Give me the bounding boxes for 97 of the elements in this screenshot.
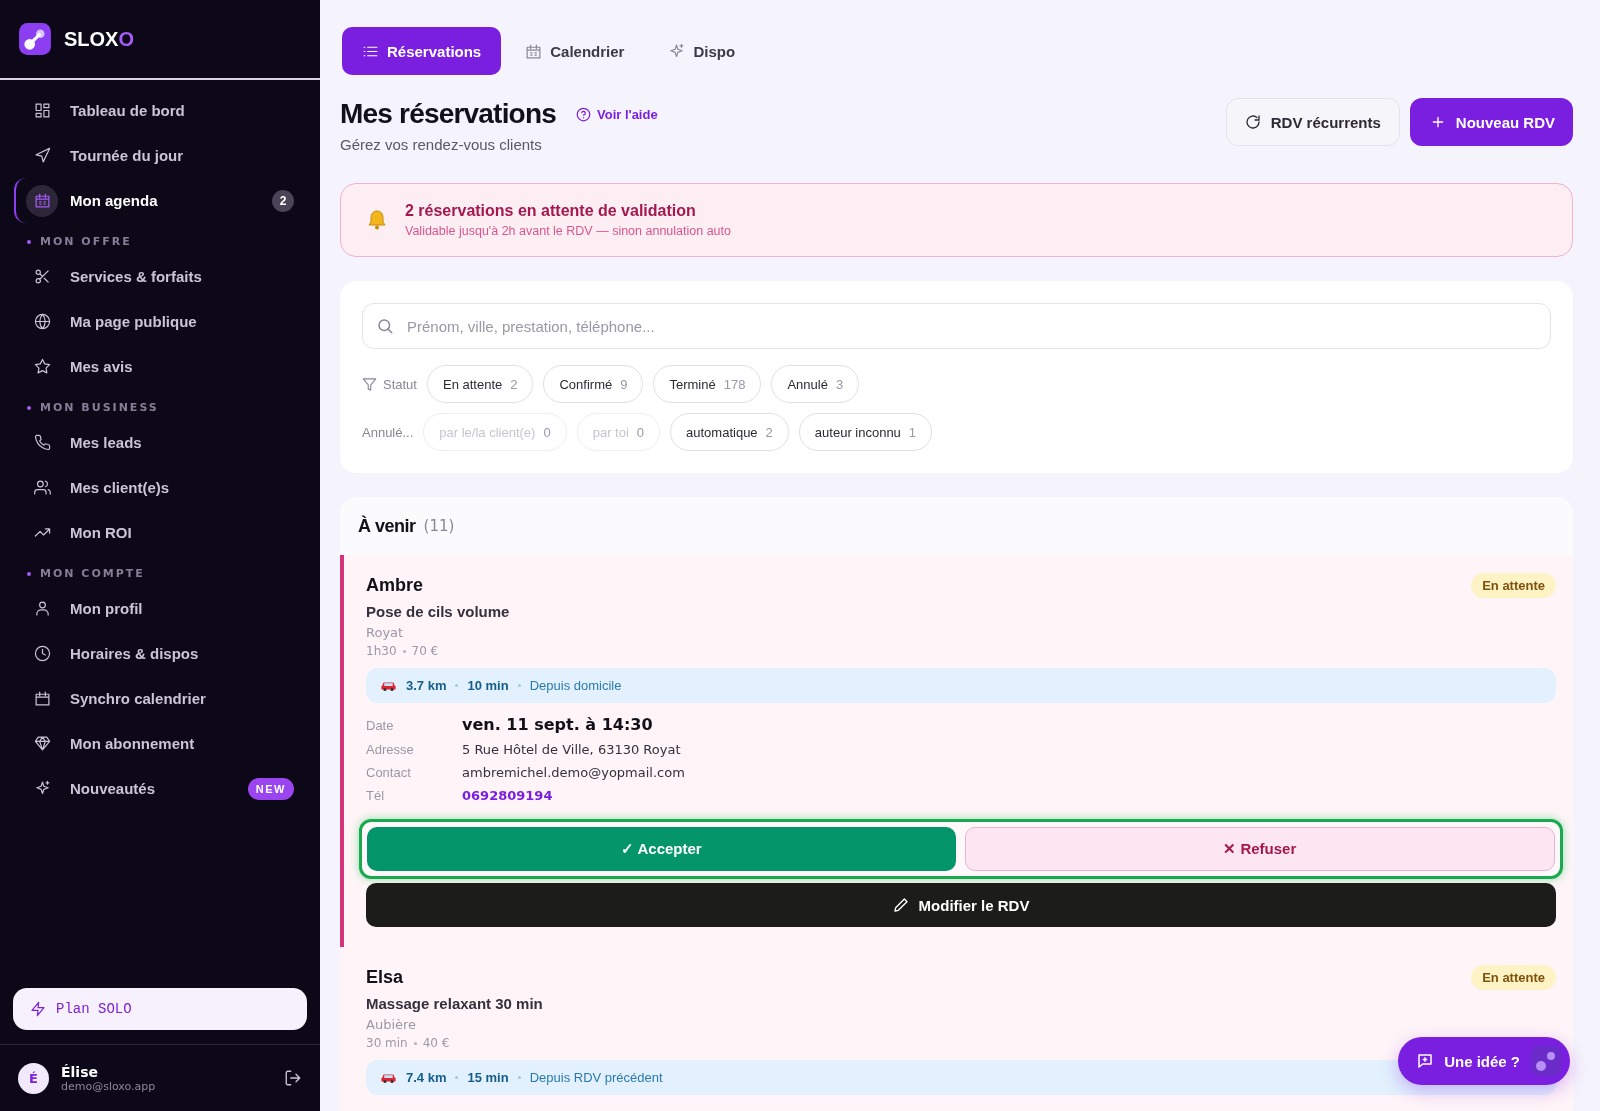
calendar-icon: [33, 690, 51, 707]
sidebar-item[interactable]: Horaires & dispos: [14, 631, 306, 676]
city-text: Royat: [366, 625, 405, 640]
filter-label: Statut: [383, 376, 417, 392]
logo-icon: [1530, 1045, 1562, 1077]
travel-time: 15 min: [467, 1070, 509, 1085]
calendar-icon: [33, 192, 51, 209]
phone-icon: [33, 434, 51, 451]
sidebar-item[interactable]: Nouveautés NEW: [14, 766, 306, 811]
detail-label: Tél: [366, 788, 386, 803]
avatar: É: [18, 1062, 49, 1094]
section-heading: MON COMPTE: [14, 555, 306, 586]
detail-value: 5 Rue Hôtel de Ville, 63130 Royat: [462, 742, 682, 757]
service-name: Massage relaxant 30 min: [366, 995, 544, 1012]
calendar-icon: [525, 42, 543, 60]
section-heading: MON BUSINESS: [14, 389, 306, 420]
service-name: Pose de cils volume: [366, 603, 511, 620]
message-plus-icon: [1416, 1052, 1435, 1070]
date-value: ven. 11 sept. à 14:30: [462, 715, 654, 734]
help-link[interactable]: Voir l'aide: [576, 106, 658, 122]
travel-time: 10 min: [467, 678, 509, 693]
bell-icon: [365, 208, 389, 232]
sidebar-item[interactable]: Mon ROI: [14, 510, 306, 555]
sidebar-item[interactable]: Tableau de bord: [14, 88, 306, 133]
new-appointment-button[interactable]: Nouveau RDV: [1409, 98, 1573, 146]
sparkle-icon: [668, 42, 686, 60]
travel-origin: Depuis RDV précédent: [529, 1070, 663, 1085]
sidebar-item[interactable]: Mon abonnement: [14, 721, 306, 766]
refuse-button[interactable]: ✕ Refuser: [964, 827, 1555, 871]
lightning-icon: [30, 1001, 46, 1017]
globe-icon: [33, 313, 51, 330]
duration-text: 30 min: [366, 1036, 408, 1050]
search-icon: [376, 317, 394, 335]
detail-value: ambremichel.demo@yopmail.com: [462, 765, 685, 780]
sidebar-item[interactable]: Tournée du jour: [14, 133, 306, 178]
sidebar-item[interactable]: Mes client(e)s: [14, 465, 306, 510]
city-text: Aubière: [366, 1017, 418, 1032]
status-badge: En attente: [1471, 573, 1556, 598]
status-badge: En attente: [1471, 965, 1556, 990]
plan-button[interactable]: Plan SOLO: [13, 988, 307, 1030]
sidebar-item[interactable]: Mon agenda 2: [14, 178, 306, 223]
sidebar-item[interactable]: Services & forfaits: [14, 254, 306, 299]
star-icon: [33, 358, 51, 375]
car-icon: [380, 679, 397, 692]
client-name: Ambre: [366, 575, 423, 596]
section-title: À venir: [358, 515, 416, 537]
detail-label: Contact: [366, 765, 412, 780]
alert-title: 2 réservations en attente de validation: [405, 202, 697, 220]
detail-label: Adresse: [366, 742, 415, 757]
sidebar-item[interactable]: Mes leads: [14, 420, 306, 465]
price-text: 70 €: [411, 644, 439, 658]
sidebar-item[interactable]: Synchro calendrier: [14, 676, 306, 721]
tab[interactable]: Calendrier: [505, 27, 645, 75]
client-name: Elsa: [366, 967, 404, 988]
section-heading: MON OFFRE: [14, 223, 306, 254]
detail-label: Date: [366, 718, 395, 733]
distance-text: 3.7 km: [406, 678, 447, 693]
tab[interactable]: Réservations: [342, 27, 502, 75]
count-badge: 2: [272, 189, 294, 212]
logo-icon: [18, 22, 52, 56]
travel-origin: Depuis domicile: [529, 678, 622, 693]
duration-text: 1h30: [366, 644, 397, 658]
page-title: Mes réservations: [340, 98, 556, 130]
car-icon: [380, 1071, 397, 1084]
refresh-icon: [1244, 114, 1261, 130]
sidebar-item[interactable]: Mon profil: [14, 586, 306, 631]
sidebar-item[interactable]: Mes avis: [14, 344, 306, 389]
recurring-button[interactable]: RDV récurrents: [1225, 98, 1400, 146]
diamond-icon: [33, 735, 51, 752]
distance-text: 7.4 km: [406, 1070, 447, 1085]
section-count: (11): [423, 517, 455, 535]
user-email: demo@sloxo.app: [61, 1079, 157, 1093]
sidebar-item[interactable]: Ma page publique: [14, 299, 306, 344]
users-icon: [33, 479, 51, 496]
price-text: 40 €: [422, 1036, 450, 1050]
pencil-icon: [892, 897, 909, 913]
edit-button[interactable]: Modifier le RDV: [366, 883, 1556, 927]
sparkle-icon: [33, 780, 51, 797]
user-name: Élise: [61, 1063, 99, 1080]
scissors-icon: [33, 268, 51, 285]
search-field[interactable]: Prénom, ville, prestation, téléphone...: [362, 303, 1551, 349]
tab[interactable]: Dispo: [648, 27, 756, 75]
navigation-icon: [33, 147, 51, 164]
help-icon: [576, 106, 591, 122]
filter-icon: [362, 376, 377, 392]
logout-icon[interactable]: [284, 1069, 302, 1087]
grid-icon: [33, 102, 51, 119]
feedback-button[interactable]: Une idée ?: [1398, 1037, 1570, 1085]
new-badge: NEW: [247, 777, 294, 800]
user-icon: [33, 600, 51, 617]
alert-subtitle: Validable jusqu'à 2h avant le RDV — sinon annulation auto: [405, 224, 731, 238]
phone-link[interactable]: 0692809194: [462, 788, 685, 803]
accept-button[interactable]: ✓ Accepter: [367, 827, 956, 871]
filter-label: Annulé...: [362, 424, 414, 440]
brand-name: SLOXO: [64, 27, 134, 51]
clock-icon: [33, 645, 51, 662]
page-subtitle: Gérez vos rendez-vous clients: [340, 136, 543, 153]
